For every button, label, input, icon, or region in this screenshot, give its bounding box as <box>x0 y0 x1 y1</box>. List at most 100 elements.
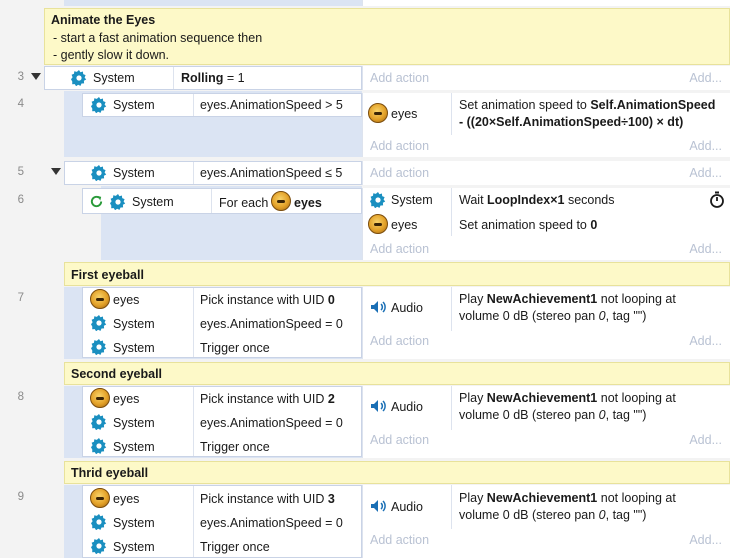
add-action-link[interactable]: Add action <box>370 71 429 85</box>
condition-object: System <box>113 166 155 180</box>
gear-icon <box>91 165 107 181</box>
group-title: Thrid eyeball <box>71 466 149 480</box>
speaker-icon <box>371 400 386 412</box>
action-text-line2: volume 0 dB (stereo pan 0, tag "") <box>459 508 647 522</box>
add-menu-link[interactable]: Add... <box>689 166 722 180</box>
eyes-sprite-icon <box>90 488 110 508</box>
condition-object: System <box>113 416 155 430</box>
add-action-link[interactable]: Add action <box>370 139 429 153</box>
add-action-link[interactable]: Add action <box>370 334 429 348</box>
add-menu-link[interactable]: Add... <box>689 334 722 348</box>
condition-text: Trigger once <box>200 440 270 454</box>
group-header[interactable]: Second eyeball <box>64 362 730 385</box>
condition-text: For each <box>219 196 269 210</box>
condition-text: Pick instance with UID 0 <box>200 293 335 307</box>
stopwatch-icon <box>710 191 724 208</box>
gear-icon <box>91 538 107 554</box>
add-menu-link[interactable]: Add... <box>689 71 722 85</box>
action-object: eyes <box>391 107 418 121</box>
add-menu-link[interactable]: Add... <box>689 533 722 547</box>
condition-text: Trigger once <box>200 540 270 554</box>
action-object: eyes <box>391 218 418 232</box>
line-number: 9 <box>17 491 24 503</box>
collapse-triangle-icon[interactable] <box>31 73 41 80</box>
gear-icon <box>370 192 386 208</box>
condition-text: Pick instance with UID 3 <box>200 492 335 506</box>
condition-text: Trigger once <box>200 341 270 355</box>
action-text: Wait LoopIndex×1 seconds <box>459 193 615 207</box>
condition-text: eyes.AnimationSpeed > 5 <box>200 98 343 112</box>
event-5-condition[interactable]: System eyes.AnimationSpeed ≤ 5 <box>64 161 362 185</box>
first-actions[interactable]: Audio Play NewAchievement1 not looping a… <box>362 287 730 359</box>
line-number: 3 <box>17 71 24 83</box>
add-action-link[interactable]: Add action <box>370 533 429 547</box>
action-object: Audio <box>391 301 423 315</box>
condition-object: System <box>132 195 174 209</box>
comment-title: Animate the Eyes <box>51 13 156 27</box>
line-number: 4 <box>17 98 24 110</box>
condition-object: System <box>113 98 155 112</box>
gear-icon <box>71 70 87 86</box>
condition-object: System <box>93 71 135 85</box>
third-actions[interactable]: Audio Play NewAchievement1 not looping a… <box>362 485 730 558</box>
collapse-triangle-icon[interactable] <box>51 168 61 175</box>
add-action-link[interactable]: Add action <box>370 433 429 447</box>
eyes-sprite-icon <box>368 103 388 123</box>
action-text: Play NewAchievement1 not looping at <box>459 292 676 306</box>
action-text: Set animation speed to Self.AnimationSpe… <box>459 98 716 112</box>
loop-icon <box>90 195 103 208</box>
event-6-actions[interactable]: System Wait LoopIndex×1 seconds eyes Set… <box>362 188 730 260</box>
action-text-line2: - ((20×Self.AnimationSpeed÷100) × dt) <box>459 115 684 129</box>
condition-object: eyes <box>113 293 140 307</box>
first-conditions[interactable]: eyes Pick instance with UID 0 System eye… <box>82 287 362 358</box>
line-number: 5 <box>17 166 24 178</box>
condition-object: System <box>113 317 155 331</box>
condition-object: System <box>113 341 155 355</box>
action-text: Play NewAchievement1 not looping at <box>459 391 676 405</box>
second-conditions[interactable]: eyes Pick instance with UID 2 System eye… <box>82 386 362 457</box>
action-text-line2: volume 0 dB (stereo pan 0, tag "") <box>459 309 647 323</box>
speaker-icon <box>371 301 386 313</box>
gear-icon <box>91 315 107 331</box>
event-comment[interactable]: Animate the Eyes - start a fast animatio… <box>44 8 730 65</box>
event-4-condition[interactable]: System eyes.AnimationSpeed > 5 <box>82 93 362 117</box>
action-object: System <box>391 193 433 207</box>
action-object: Audio <box>391 400 423 414</box>
condition-text: eyes.AnimationSpeed = 0 <box>200 416 343 430</box>
event-5-actions[interactable]: Add action Add... <box>362 161 730 185</box>
eyes-sprite-icon <box>90 289 110 309</box>
group-header[interactable]: First eyeball <box>64 262 730 286</box>
action-text-line2: volume 0 dB (stereo pan 0, tag "") <box>459 408 647 422</box>
add-menu-link[interactable]: Add... <box>689 139 722 153</box>
eyes-sprite-icon <box>90 388 110 408</box>
second-actions[interactable]: Audio Play NewAchievement1 not looping a… <box>362 386 730 458</box>
previous-actions-tail <box>362 0 730 6</box>
line-number: 6 <box>17 194 24 206</box>
comment-line: - start a fast animation sequence then <box>53 31 263 45</box>
group-header[interactable]: Thrid eyeball <box>64 461 730 484</box>
event-6-condition[interactable]: System For each eyes <box>82 188 362 214</box>
condition-text: eyes.AnimationSpeed ≤ 5 <box>200 166 343 180</box>
event-3-condition[interactable]: System Rolling = 1 <box>44 66 362 90</box>
add-menu-link[interactable]: Add... <box>689 242 722 256</box>
gear-icon <box>91 514 107 530</box>
event-3-actions[interactable]: Add action Add... <box>362 66 730 90</box>
add-menu-link[interactable]: Add... <box>689 433 722 447</box>
group-title: First eyeball <box>71 268 144 282</box>
gear-icon <box>91 97 107 113</box>
add-action-link[interactable]: Add action <box>370 166 429 180</box>
action-text: Play NewAchievement1 not looping at <box>459 491 676 505</box>
comment-line: - gently slow it down. <box>53 48 170 62</box>
line-number: 8 <box>17 391 24 403</box>
previous-event-tail <box>64 0 362 6</box>
gear-icon <box>91 414 107 430</box>
add-action-link[interactable]: Add action <box>370 242 429 256</box>
condition-text: eyes.AnimationSpeed = 0 <box>200 516 343 530</box>
condition-object: System <box>113 540 155 554</box>
action-text: Set animation speed to 0 <box>459 218 598 232</box>
third-conditions[interactable]: eyes Pick instance with UID 3 System eye… <box>82 485 362 558</box>
group-title: Second eyeball <box>71 367 163 381</box>
eyes-sprite-icon <box>271 191 291 211</box>
condition-text: eyes.AnimationSpeed = 0 <box>200 317 343 331</box>
event-4-actions[interactable]: eyes Set animation speed to Self.Animati… <box>362 93 730 157</box>
